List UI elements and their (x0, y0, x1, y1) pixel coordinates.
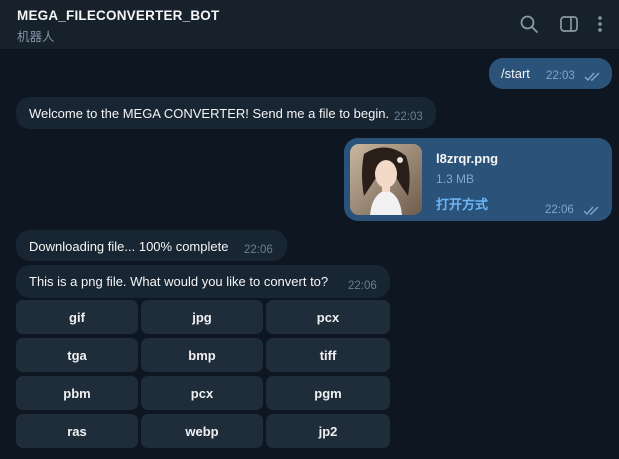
convert-button-gif[interactable]: gif (16, 300, 138, 334)
convert-button-pbm[interactable]: pbm (16, 376, 138, 410)
open-with-link[interactable]: 打开方式 (436, 194, 488, 213)
message-time: 22:06 (244, 244, 273, 256)
message-downloading[interactable]: Downloading file... 100% complete 22:06 (16, 230, 287, 261)
chat-header: MEGA_FILECONVERTER_BOT 机器人 (0, 0, 619, 50)
chat-subtitle: 机器人 (17, 30, 55, 44)
message-welcome[interactable]: Welcome to the MEGA CONVERTER! Send me a… (16, 97, 436, 129)
message-text: Welcome to the MEGA CONVERTER! Send me a… (29, 106, 390, 121)
read-ticks-icon (583, 206, 601, 216)
file-size: 1.3 MB (436, 172, 475, 186)
message-text: Downloading file... 100% complete (29, 239, 229, 254)
convert-button-jp2[interactable]: jp2 (266, 414, 390, 448)
convert-button-tga[interactable]: tga (16, 338, 138, 372)
convert-button-tiff[interactable]: tiff (266, 338, 390, 372)
convert-button-ras[interactable]: ras (16, 414, 138, 448)
message-time: 22:06 (545, 204, 574, 216)
convert-button-jpg[interactable]: jpg (141, 300, 263, 334)
message-start[interactable]: /start 22:03 (489, 58, 612, 89)
convert-button-webp[interactable]: webp (141, 414, 263, 448)
sidebar-toggle-icon[interactable] (559, 14, 579, 34)
message-time: 22:03 (394, 111, 423, 123)
file-thumbnail[interactable] (350, 144, 422, 215)
message-text: This is a png file. What would you like … (29, 274, 329, 289)
convert-button-pcx-2[interactable]: pcx (141, 376, 263, 410)
message-file[interactable]: l8zrqr.png 1.3 MB 打开方式 22:06 (344, 138, 612, 221)
chat-title[interactable]: MEGA_FILECONVERTER_BOT (17, 8, 219, 23)
message-time: 22:03 (546, 70, 575, 82)
message-text: /start (501, 66, 530, 81)
convert-button-bmp[interactable]: bmp (141, 338, 263, 372)
message-time: 22:06 (348, 280, 377, 292)
file-name: l8zrqr.png (436, 151, 499, 166)
convert-button-pcx[interactable]: pcx (266, 300, 390, 334)
search-icon[interactable] (519, 14, 539, 34)
convert-button-pgm[interactable]: pgm (266, 376, 390, 410)
message-prompt[interactable]: This is a png file. What would you like … (16, 265, 390, 298)
more-vert-icon[interactable] (594, 14, 606, 34)
read-ticks-icon (584, 72, 602, 82)
